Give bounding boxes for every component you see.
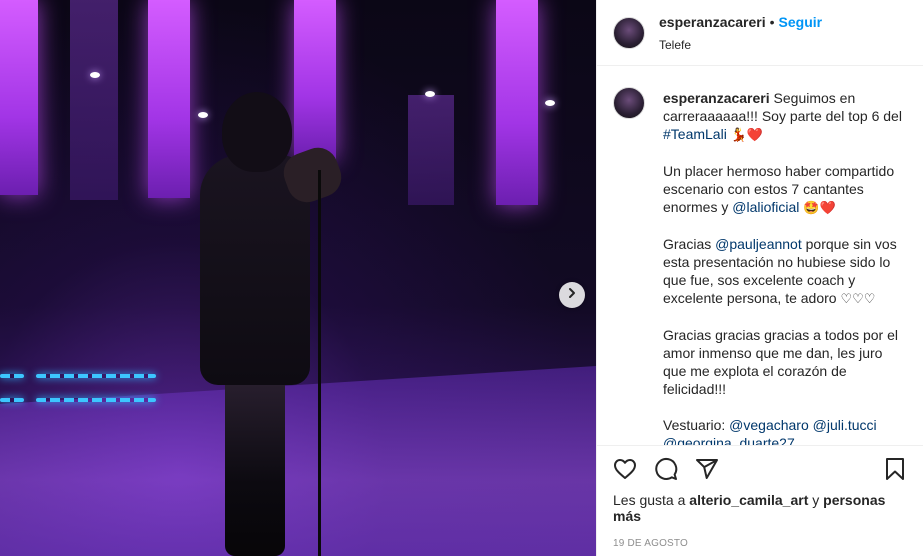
like-button[interactable] bbox=[613, 457, 637, 486]
emoji: 🤩❤️ bbox=[803, 200, 836, 215]
stage-panel bbox=[408, 95, 454, 205]
caption-line: Gracias bbox=[663, 236, 712, 252]
stage-light-panel bbox=[294, 0, 336, 160]
mic-stand bbox=[318, 170, 321, 556]
follow-button[interactable]: Seguir bbox=[779, 14, 823, 30]
avatar[interactable] bbox=[613, 16, 645, 49]
avatar[interactable] bbox=[613, 87, 645, 119]
post-header: esperanzacareri • Seguir Telefe bbox=[597, 0, 923, 66]
comment-icon bbox=[654, 457, 678, 486]
heart-icon bbox=[613, 457, 637, 486]
post-username[interactable]: esperanzacareri bbox=[659, 14, 766, 30]
save-button[interactable] bbox=[883, 457, 907, 486]
stage-spotlight bbox=[198, 112, 208, 118]
share-button[interactable] bbox=[695, 457, 719, 486]
caption: esperanzacareri Seguimos en carreraaaaaa… bbox=[613, 87, 907, 445]
liked-by-user[interactable]: alterio_camila_art bbox=[689, 492, 808, 508]
comments-section[interactable]: esperanzacareri Seguimos en carreraaaaaa… bbox=[597, 67, 923, 445]
led-strip bbox=[0, 374, 24, 378]
emoji: ♡♡♡ bbox=[840, 291, 876, 306]
caption-line: Vestuario: bbox=[663, 417, 726, 433]
led-strip bbox=[0, 398, 24, 402]
mention-link[interactable]: @juli.tucci bbox=[813, 417, 877, 433]
stage-panel bbox=[70, 0, 118, 200]
post-actions: Les gusta a alterio_camila_art y persona… bbox=[597, 445, 923, 556]
post-location[interactable]: Telefe bbox=[659, 38, 822, 52]
likes-summary: Les gusta a alterio_camila_art y persona… bbox=[613, 492, 907, 524]
mention-link[interactable]: @georgina_duarte27 bbox=[663, 435, 795, 445]
next-slide-button[interactable] bbox=[559, 282, 585, 308]
emoji: 💃❤️ bbox=[730, 127, 764, 142]
singer-head bbox=[222, 92, 292, 172]
led-strip bbox=[36, 398, 156, 402]
chevron-right-icon bbox=[566, 286, 578, 304]
paper-plane-icon bbox=[695, 457, 719, 486]
led-strip bbox=[36, 374, 156, 378]
caption-line: Gracias gracias gracias a todos por el a… bbox=[663, 327, 898, 397]
hashtag-link[interactable]: #TeamLali bbox=[663, 126, 727, 142]
stage-light-panel bbox=[496, 0, 538, 205]
mention-link[interactable]: @vegacharo bbox=[729, 417, 809, 433]
caption-text: esperanzacareri Seguimos en carreraaaaaa… bbox=[663, 89, 903, 445]
post-media[interactable] bbox=[0, 0, 596, 556]
separator-dot: • bbox=[769, 13, 775, 30]
bookmark-icon bbox=[883, 457, 907, 486]
stage-spotlight bbox=[425, 91, 435, 97]
action-icons bbox=[613, 446, 907, 496]
likes-conjunction: y bbox=[812, 492, 820, 508]
stage-light-panel bbox=[0, 0, 38, 195]
post-side-panel: esperanzacareri • Seguir Telefe esperanzac… bbox=[596, 0, 923, 556]
caption-username[interactable]: esperanzacareri bbox=[663, 90, 770, 106]
likes-prefix: Les gusta a bbox=[613, 492, 686, 508]
post-date[interactable]: 19 DE AGOSTO bbox=[613, 538, 907, 549]
mention-link[interactable]: @pauljeannot bbox=[715, 236, 802, 252]
singer-legs bbox=[225, 375, 285, 556]
stage-light-panel bbox=[148, 0, 190, 198]
comment-button[interactable] bbox=[654, 457, 678, 486]
stage-spotlight bbox=[90, 72, 100, 78]
mention-link[interactable]: @lalioficial bbox=[732, 199, 799, 215]
stage-spotlight bbox=[545, 100, 555, 106]
